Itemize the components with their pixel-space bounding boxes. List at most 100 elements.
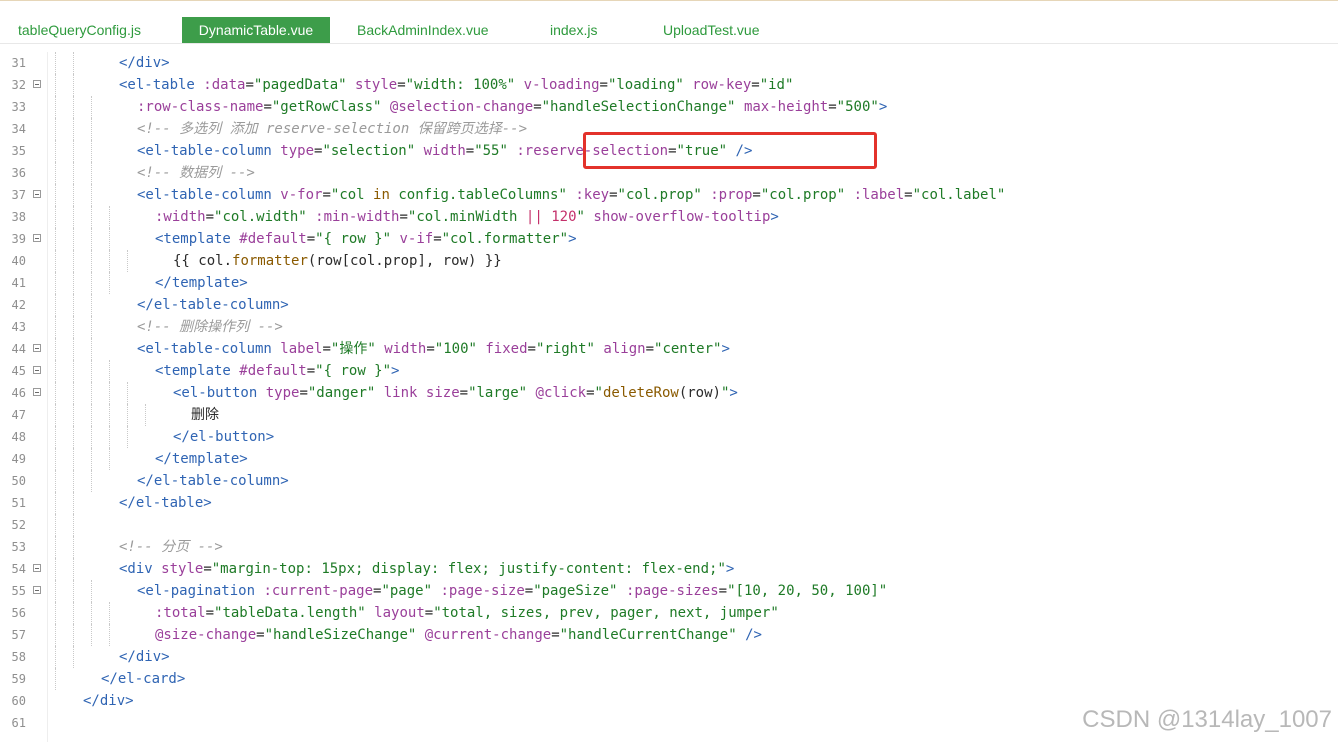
code-text: {{ col.formatter(row[col.prop], row) }} [173,250,502,272]
code-token: config.tableColumns" [389,187,567,203]
code-token: </el-table-column> [137,297,289,313]
code-line[interactable]: 33:row-class-name="getRowClass" @selecti… [0,96,1338,118]
code-text: <template #default="{ row }" v-if="col.f… [155,228,577,250]
line-number: 54 [11,562,26,576]
code-token: </el-table-column> [137,473,289,489]
indent-guide [73,492,75,514]
code-text: <el-table-column label="操作" width="100" … [137,338,730,360]
code-line[interactable]: 58 </div> [0,646,1338,668]
code-token: "getRowClass" [271,99,382,115]
code-line[interactable]: 41 </template> [0,272,1338,294]
code-token: "col.width" [214,209,307,225]
tab-uploadtest-vue[interactable]: UploadTest.vue [663,17,773,43]
line-number: 33 [11,100,26,114]
fold-toggle-icon[interactable] [33,564,41,572]
indent-guide [73,184,75,206]
code-line[interactable]: 54 <div style="margin-top: 15px; display:… [0,558,1338,580]
fold-toggle-icon[interactable] [33,344,41,352]
line-number: 47 [11,408,26,422]
code-line[interactable]: 42 </el-table-column> [0,294,1338,316]
fold-toggle-icon[interactable] [33,234,41,242]
code-line[interactable]: 40 {{ col.formatter(row[col.prop], row) }… [0,250,1338,272]
indent-guide [55,272,57,294]
code-line[interactable]: 53 <!-- 分页 --> [0,536,1338,558]
code-token: <el-pagination [137,583,264,599]
fold-toggle-icon[interactable] [33,366,41,374]
code-line[interactable]: 59 </el-card> [0,668,1338,690]
code-line[interactable]: 38:width="col.width" :min-width="col.min… [0,206,1338,228]
code-line[interactable]: 39 <template #default="{ row }" v-if="col… [0,228,1338,250]
code-line[interactable]: 47 删除 [0,404,1338,426]
code-line[interactable]: 51 </el-table> [0,492,1338,514]
code-token: :key [575,187,610,203]
code-token: "id" [759,77,794,93]
line-number: 55 [11,584,26,598]
code-line[interactable]: 48 </el-button> [0,426,1338,448]
code-line[interactable]: 55 <el-pagination :current-page = "page" :p… [0,580,1338,602]
fold-toggle-icon[interactable] [33,190,41,198]
code-line[interactable]: 36 <!-- 数据列 --> [0,162,1338,184]
line-number: 48 [11,430,26,444]
code-token: </div> [119,55,170,71]
indent-guide [55,580,57,602]
code-line[interactable]: 43 <!-- 删除操作列 --> [0,316,1338,338]
fold-toggle-icon[interactable] [33,80,41,88]
code-token: v-loading [523,77,600,93]
code-token: <el-table-column [137,341,281,357]
tab-dynamictable-vue[interactable]: DynamicTable.vue [182,17,330,43]
fold-toggle-icon[interactable] [33,586,41,594]
code-token: width [384,341,427,357]
code-token: row-key [692,77,752,93]
code-line[interactable]: 57 @size-change="handleSizeChange" @curre… [0,624,1338,646]
code-line[interactable]: 49 </template> [0,448,1338,470]
fold-toggle-icon[interactable] [33,388,41,396]
indent-guide [91,580,93,602]
code-token: "pagedData" [253,77,347,93]
code-editor[interactable]: 31 </div> 32 <el-table :data="pagedData" st… [0,52,1338,742]
indent-guide [145,404,147,426]
code-line[interactable]: 34 <!-- 多选列 添加 reserve-selection 保留跨页选择--… [0,118,1338,140]
code-token: #default [239,363,307,379]
code-line[interactable]: 44 <el-table-column label="操作" width="100… [0,338,1338,360]
code-token: style [161,561,204,577]
indent-guide [73,404,75,426]
code-line[interactable]: 45 <template #default="{ row }"> [0,360,1338,382]
code-line[interactable]: 46 <el-button type="danger" link size="la… [0,382,1338,404]
code-text: </el-table-column> [137,294,289,316]
tab-backadminindex-vue[interactable]: BackAdminIndex.vue [357,17,497,43]
indent-guide [55,140,57,162]
code-token: "操作" [330,341,376,357]
tab-index-js[interactable]: index.js [550,17,610,43]
code-token: :row-class-name [137,99,264,115]
code-line[interactable]: 32 <el-table :data="pagedData" style="wid… [0,74,1338,96]
code-line[interactable]: 52 [0,514,1338,536]
code-line[interactable]: 35 <el-table-column type = "selection" widt… [0,140,1338,162]
indent-guide [73,426,75,448]
indent-guide [109,272,111,294]
code-line[interactable]: 50 </el-table-column> [0,470,1338,492]
code-token: <el-button [173,385,266,401]
code-token: "margin-top: 15px; display: flex; justif… [211,561,726,577]
code-token: "danger" [307,385,376,401]
code-line[interactable]: 37 <el-table-column v-for="col in config.… [0,184,1338,206]
code-token: <!-- 删除操作列 --> [137,319,283,335]
code-token: " [576,209,585,225]
indent-guide [109,250,111,272]
indent-guide [55,294,57,316]
code-token: {{ col. [173,253,233,269]
line-number: 38 [11,210,26,224]
code-line[interactable]: 31 </div> [0,52,1338,74]
code-token: "page" [381,583,433,599]
indent-guide [73,448,75,470]
code-token: show-overflow-tooltip [593,209,771,225]
code-line[interactable]: 56:total="tableData.length" layout="tota… [0,602,1338,624]
code-token: (row[col.prop], row) }} [307,253,502,269]
code-token: = [527,341,536,357]
tab-tablequeryconfig-js[interactable]: tableQueryConfig.js [18,17,148,43]
line-number: 45 [11,364,26,378]
code-token: align [603,341,646,357]
code-token: </el-table> [119,495,212,511]
